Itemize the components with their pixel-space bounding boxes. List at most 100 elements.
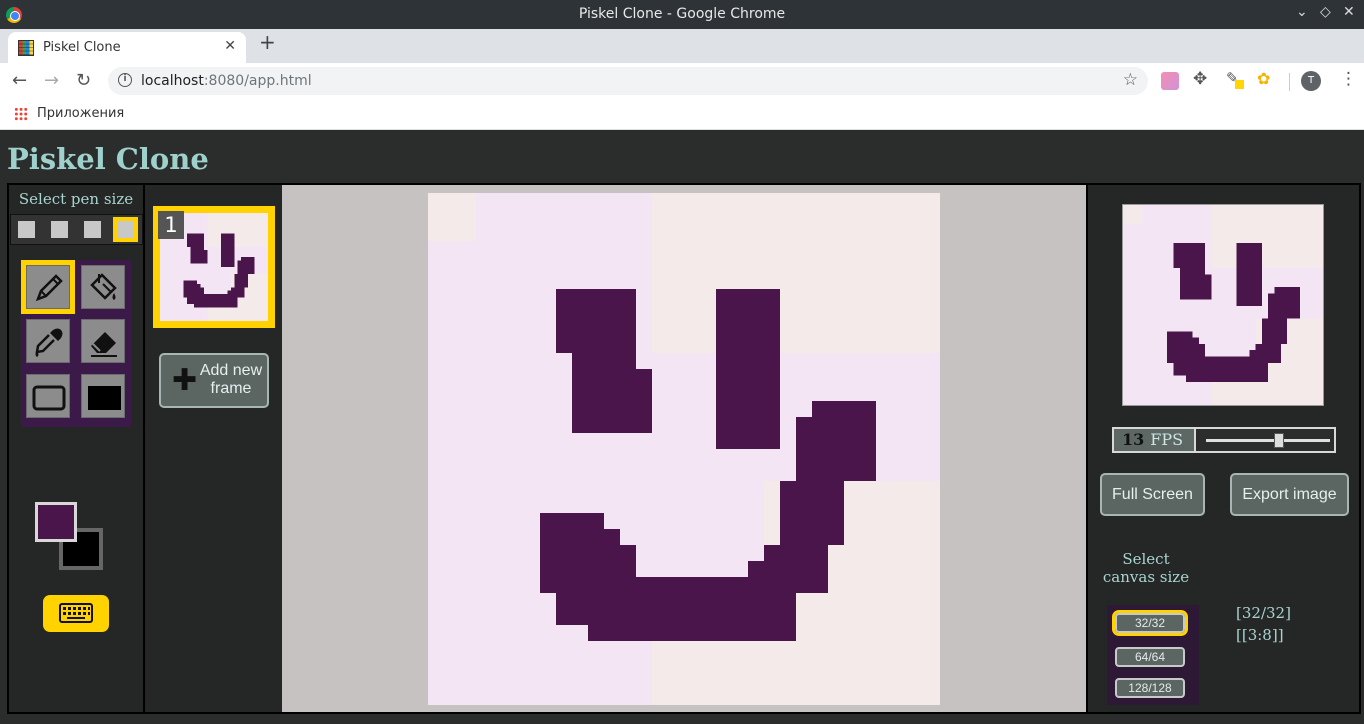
extension-paw-icon[interactable]: ✿ (1257, 69, 1275, 88)
fill-rectangle-tool-button[interactable] (81, 374, 125, 418)
drawn-pixel-block (604, 529, 620, 577)
new-tab-icon[interactable]: + (259, 30, 276, 54)
extension-color-icon[interactable] (1161, 72, 1179, 90)
canvas-size-label: Select canvas size (1102, 550, 1190, 586)
tab-favicon-icon (18, 40, 34, 56)
minimize-icon[interactable]: ⌄ (1296, 4, 1308, 20)
drawn-pixel-block (556, 593, 588, 625)
add-frame-label: Add new frame (199, 362, 263, 397)
canvas-background-region (1123, 205, 1142, 224)
pen-size-label: Select pen size (18, 190, 134, 208)
drawn-pixel-block (1173, 242, 1206, 269)
canvas-size-32-button[interactable]: 32/32 (1112, 610, 1188, 636)
canvas-background-region (428, 193, 476, 241)
pencil-icon (35, 274, 63, 302)
frames-panel: 1 ✚ Add new frame (146, 185, 282, 712)
tab-close-icon[interactable]: ✕ (224, 38, 236, 54)
extension-eyedropper-icon[interactable]: ✎ (1226, 69, 1244, 89)
drawn-pixel-block (588, 625, 780, 641)
back-icon[interactable]: ← (12, 70, 27, 91)
drawn-pixel-block (716, 289, 780, 449)
drawn-pixel-block (220, 233, 235, 267)
pen-size-4-button[interactable] (113, 217, 138, 242)
canvas-background-region (207, 213, 268, 247)
preview-panel: 13 FPS Full Screen Export image Select can… (1086, 185, 1359, 712)
profile-avatar[interactable]: T (1301, 71, 1321, 91)
plus-icon: ✚ (172, 363, 198, 398)
drawn-pixel-block (234, 273, 248, 288)
color-picker-tool-button[interactable] (26, 319, 70, 363)
maximize-icon[interactable]: ◇ (1320, 4, 1331, 20)
browser-toolbar: ← → ↻ i localhost:8080/app.html ☆ ✥ ✎ ✿ … (0, 63, 1364, 99)
drawn-pixel-block (187, 297, 194, 305)
canvas-size-128-button[interactable]: 128/128 (1115, 678, 1185, 698)
keyboard-icon (59, 603, 93, 623)
pen-size-selector (10, 214, 143, 245)
canvas-background-region (1211, 205, 1323, 269)
window-titlebar: Piskel Clone - Google Chrome ⌄ ◇ ✕ (0, 0, 1364, 29)
eyedropper-icon (35, 328, 63, 357)
url-text[interactable]: localhost:8080/app.html (141, 73, 312, 89)
add-frame-button[interactable]: ✚ Add new frame (159, 353, 269, 408)
drawn-pixel-block (572, 353, 636, 433)
pen-size-3-button[interactable] (84, 221, 101, 238)
full-screen-button[interactable]: Full Screen (1100, 473, 1205, 516)
drawn-pixel-block (193, 304, 235, 308)
drawn-pixel-block (197, 283, 201, 294)
bookmark-star-icon[interactable]: ☆ (1123, 70, 1138, 90)
address-bar[interactable]: i localhost:8080/app.html ☆ (108, 67, 1148, 95)
pen-size-1-button[interactable] (18, 221, 35, 238)
drawn-pixel-block (1186, 375, 1262, 382)
extension-move-icon[interactable]: ✥ (1193, 69, 1211, 89)
drawing-pixels (428, 193, 940, 705)
bookmarks-bar: Приложения (0, 99, 1364, 130)
tab-strip: Piskel Clone ✕ + (0, 29, 1364, 63)
drawn-pixel-block (1173, 362, 1187, 376)
fps-slider[interactable] (1206, 433, 1330, 448)
drawn-pixel-block (1261, 318, 1288, 344)
stroke-rectangle-tool-button[interactable] (26, 374, 70, 418)
primary-color-swatch[interactable] (35, 502, 77, 542)
rectangle-outline-icon (32, 385, 66, 411)
drawn-pixel-block (780, 481, 844, 545)
eraser-icon (91, 332, 117, 357)
canvas-size-readout: [32/32] (1236, 604, 1291, 622)
site-info-icon[interactable]: i (118, 73, 132, 87)
fps-control: 13 FPS (1112, 427, 1336, 453)
drawn-pixel-block (1192, 337, 1199, 357)
canvas-size-64-button[interactable]: 64/64 (1115, 647, 1185, 667)
tool-grid (21, 260, 131, 427)
apps-grid-icon[interactable] (14, 107, 28, 121)
drawn-pixel-block (203, 250, 208, 264)
drawn-pixel-block (1236, 242, 1262, 306)
canvas-size-selector: 32/32 64/64 128/128 (1107, 605, 1199, 705)
pen-tool-button[interactable] (21, 260, 75, 314)
drawn-pixel-block (241, 256, 255, 274)
bookmark-apps[interactable]: Приложения (37, 106, 124, 121)
drawn-pixel-block (1179, 268, 1206, 300)
browser-menu-icon[interactable]: ⋮ (1340, 69, 1357, 89)
pen-size-2-button[interactable] (51, 221, 68, 238)
fps-readout: 13 FPS (1114, 429, 1196, 451)
tab-title: Piskel Clone (43, 40, 121, 55)
tools-panel: Select pen size (9, 185, 145, 712)
drawn-pixel-block (190, 246, 204, 264)
export-image-button[interactable]: Export image (1230, 473, 1349, 516)
eraser-tool-button[interactable] (81, 319, 125, 363)
fps-slider-handle[interactable] (1274, 433, 1284, 448)
keyboard-shortcuts-button[interactable] (43, 595, 109, 632)
tab-piskel-clone[interactable]: Piskel Clone ✕ (8, 32, 246, 63)
frame-thumbnail[interactable]: 1 (153, 206, 275, 328)
canvas-info: [32/32] [[3:8]] (1236, 602, 1291, 646)
toolbar-divider (1289, 73, 1290, 91)
cursor-position-readout: [[3:8]] (1236, 626, 1284, 644)
forward-icon[interactable]: → (44, 70, 59, 91)
preview-drawing (1123, 205, 1323, 405)
reload-icon[interactable]: ↻ (76, 70, 91, 91)
paint-bucket-tool-button[interactable] (81, 265, 125, 309)
canvas-background-region (652, 193, 940, 353)
piskel-app: Piskel Clone Select pen size 1 ✚ Add new… (0, 133, 1364, 724)
canvas-area (282, 185, 1086, 712)
close-window-icon[interactable]: ✕ (1343, 4, 1355, 20)
drawing-canvas[interactable] (428, 193, 940, 705)
